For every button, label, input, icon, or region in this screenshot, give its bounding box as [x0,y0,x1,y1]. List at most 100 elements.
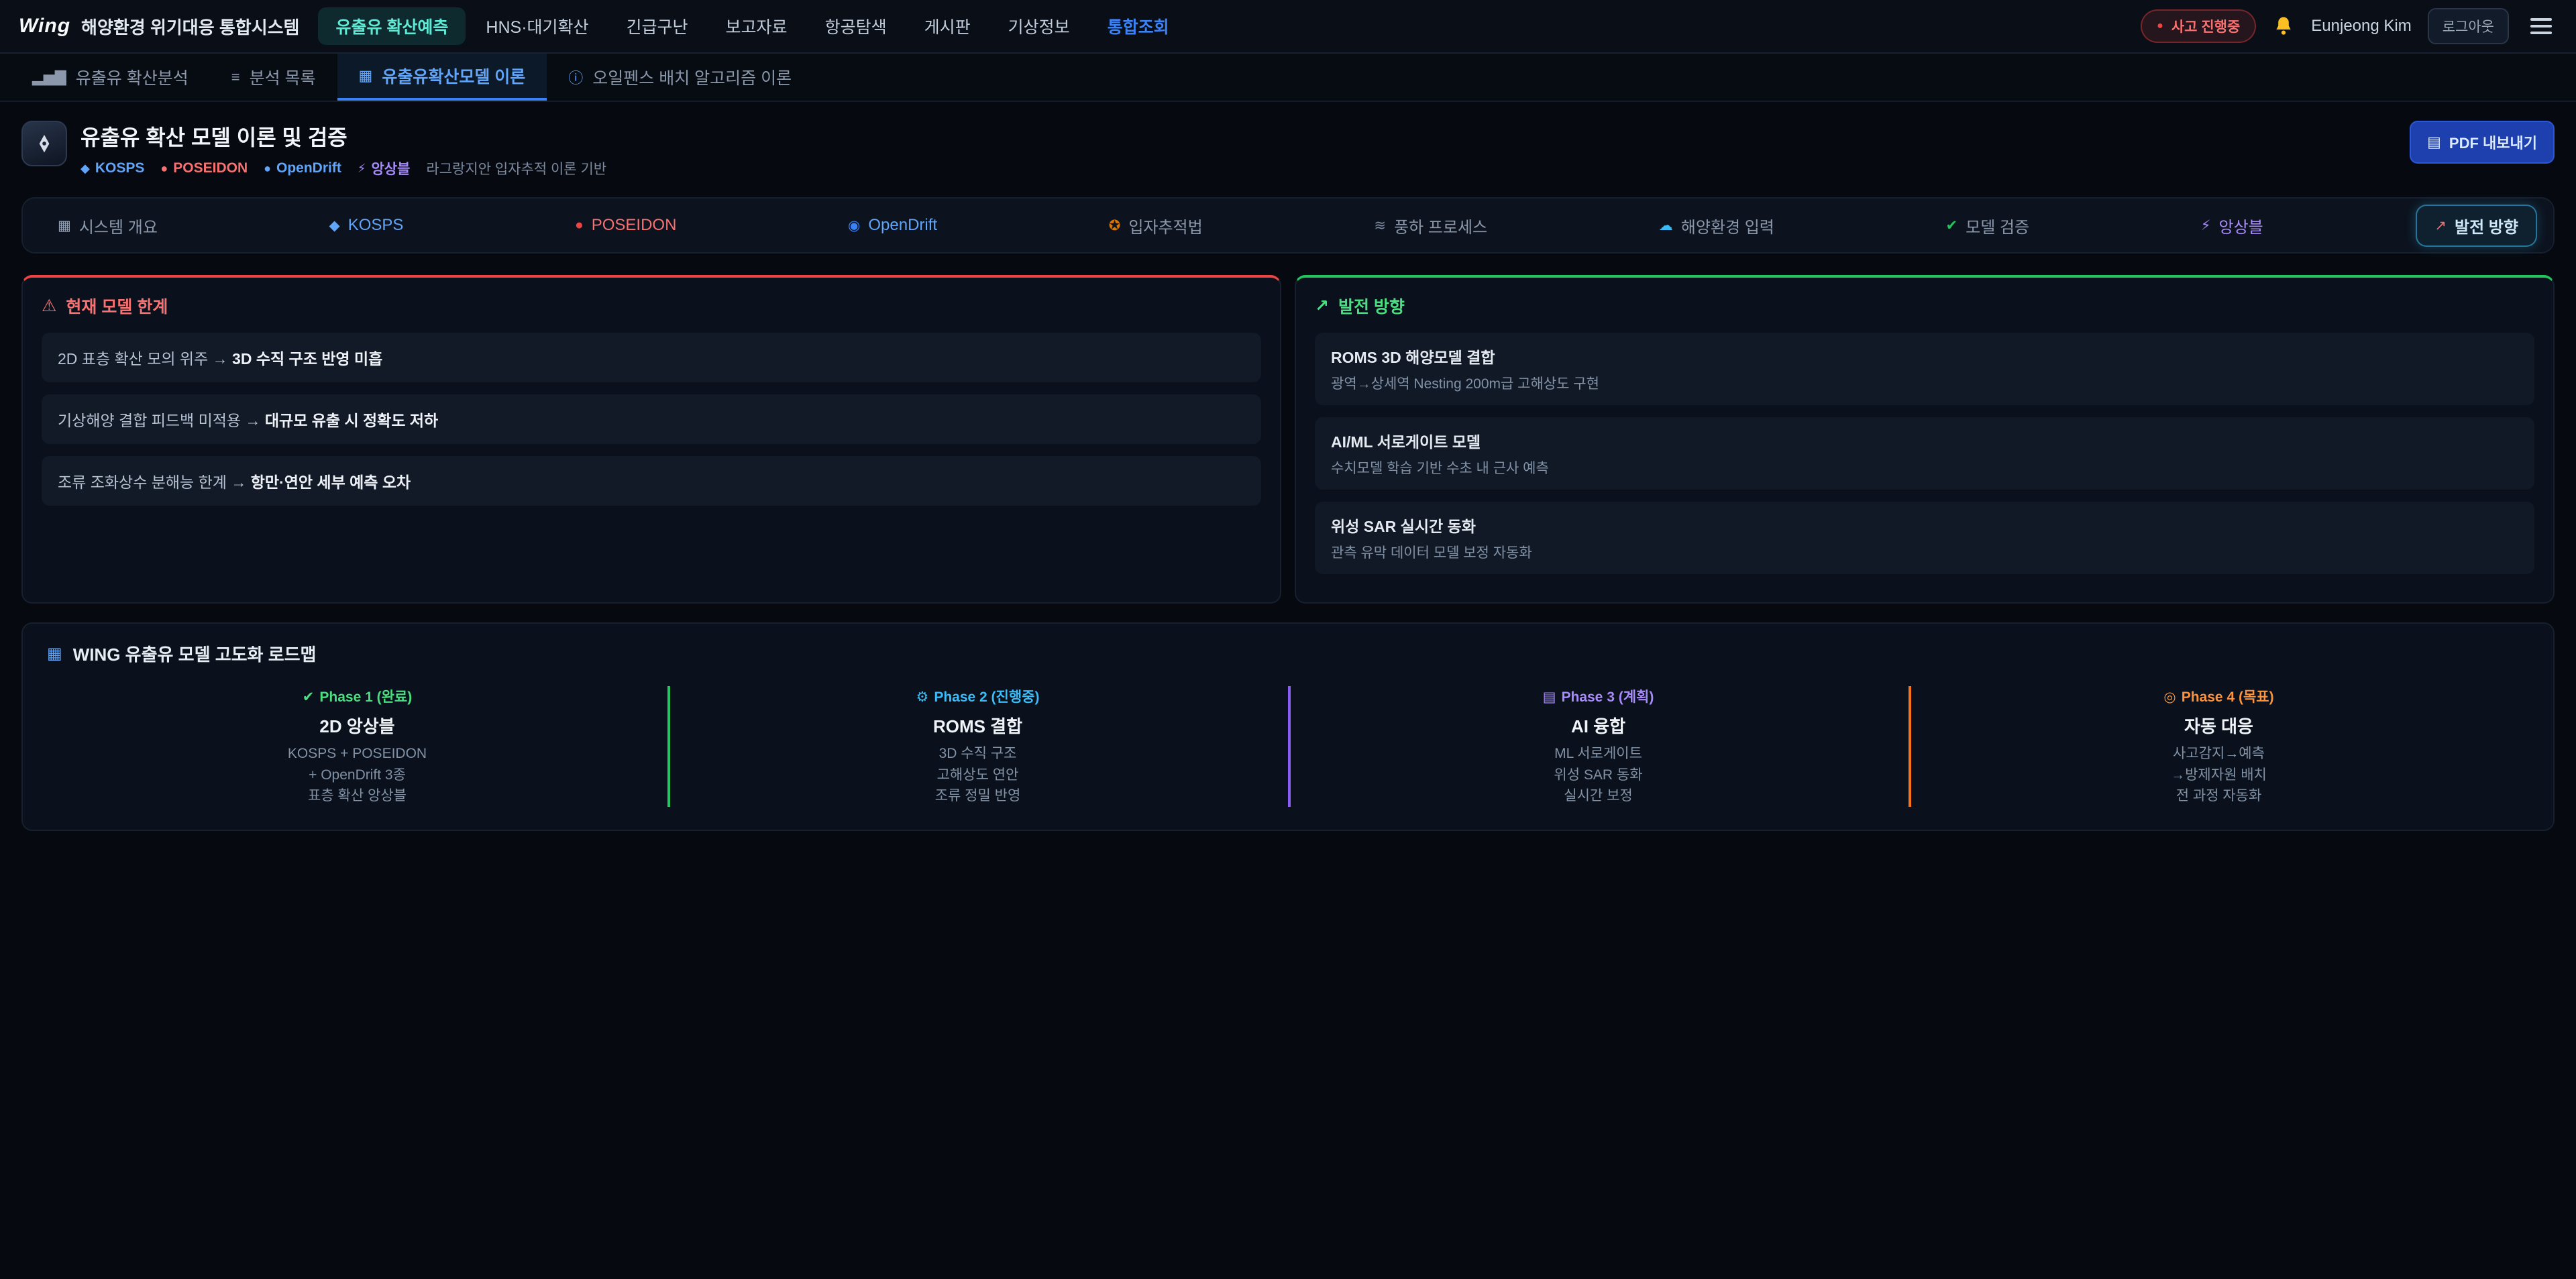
limitation-text: 기상해양 결합 피드백 미적용 → [58,412,265,429]
section-tab[interactable]: ⚡ 앙상블 [2182,205,2282,247]
sub-tab-icon: ▂▅▇ [32,68,66,86]
badge-label: OpenDrift [276,160,341,176]
page-title: 유출유 확산 모델 이론 및 검증 [80,121,606,152]
roadmap-phase: ✔Phase 1 (완료) 2D 앙상블 KOSPS + POSEIDON + … [47,683,667,810]
sub-tab[interactable]: ⓘ 오일펜스 배치 알고리즘 이론 [547,54,813,101]
limitation-text: 조류 조화상수 분해능 한계 → [58,474,251,491]
nav-item-label: 통합조회 [1108,14,1169,38]
phase-title: 자동 대응 [1919,713,2518,738]
section-tab[interactable]: ✪ 입자추적법 [1090,205,1222,247]
nav-item[interactable]: 통합조회 [1090,7,1187,45]
future-item: AI/ML 서로게이트 모델 수치모델 학습 기반 수초 내 근사 예측 [1315,417,2534,490]
phase-detail-line: 실시간 보정 [1299,785,1898,807]
limitation-item: 조류 조화상수 분해능 한계 → 항만·연안 세부 예측 오차 [42,456,1261,506]
brand: Wing 해양환경 위기대응 통합시스템 [19,14,299,39]
nav-item[interactable]: 항공탐색 [808,7,904,45]
wing-logo: Wing [19,15,70,38]
section-tab-label: 시스템 개요 [79,214,158,237]
roadmap-title-row: ▦ WING 유출유 모델 고도화 로드맵 [47,641,2529,666]
badge-label: POSEIDON [173,160,248,176]
main-content: 유출유 확산 모델 이론 및 검증 ◆ KOSPS ● POSEIDON ● [0,102,2576,850]
section-tab-label: 해양환경 입력 [1681,214,1774,237]
menu-icon[interactable] [2525,13,2557,40]
nav-item[interactable]: 긴급구난 [609,7,706,45]
phase-title: 2D 앙상블 [58,713,657,738]
section-tab-icon: ◉ [848,217,860,234]
phase-status-icon: ▤ [1543,689,1556,705]
limitation-item: 2D 표층 확산 모의 위주 → 3D 수직 구조 반영 미흡 [42,333,1261,382]
nav-item-label: HNS·대기확산 [486,14,588,38]
model-badge: ⚡ 앙상블 [358,158,411,178]
phase-detail-line: 사고감지→예측 [1919,743,2518,765]
sub-tab[interactable]: ▂▅▇ 유출유 확산분석 [11,54,210,101]
section-tab-icon: ✔ [1946,217,1958,234]
sub-tab[interactable]: ≡ 분석 목록 [210,54,337,101]
bell-icon[interactable] [2272,15,2295,38]
phase-detail-line: 3D 수직 구조 [678,743,1277,765]
section-tab-label: 발전 방향 [2455,214,2518,237]
incident-status-badge[interactable]: ● 사고 진행중 [2141,9,2256,43]
section-tab-icon: ✪ [1109,217,1121,234]
section-tab-label: OpenDrift [868,216,937,235]
roadmap-phase: ⚙Phase 2 (진행중) ROMS 결합 3D 수직 구조 고해상도 연안 … [667,683,1288,810]
logout-button[interactable]: 로그아웃 [2428,8,2509,44]
pdf-icon: ▤ [2427,133,2441,151]
phase-status-icon: ⚙ [916,689,929,705]
sub-tab-label: 유출유확산모델 이론 [382,64,525,88]
limitations-title-row: ⚠ 현재 모델 한계 [42,294,1261,318]
section-tab[interactable]: ◆ KOSPS [311,207,423,244]
user-name: Eunjeong Kim [2311,17,2411,36]
model-badge: ● POSEIDON [160,158,248,178]
sub-tab-label: 오일펜스 배치 알고리즘 이론 [592,65,792,89]
roadmap-phase: ◎Phase 4 (목표) 자동 대응 사고감지→예측 →방제자원 배치 전 과… [1909,683,2529,810]
nav-item[interactable]: 유출유 확산예측 [318,7,466,45]
phase-title: AI 융합 [1299,713,1898,738]
page-header: 유출유 확산 모델 이론 및 검증 ◆ KOSPS ● POSEIDON ● [21,121,2555,178]
alert-label: 사고 진행중 [2171,16,2240,36]
phase-detail-line: 고해상도 연안 [678,765,1277,786]
phase-title: ROMS 결합 [678,713,1277,738]
nav-item[interactable]: 게시판 [907,7,988,45]
limitation-highlight: 대규모 유출 시 정확도 저하 [265,412,438,429]
top-navigation: Wing 해양환경 위기대응 통합시스템 유출유 확산예측 HNS·대기확산 긴급구… [0,0,2576,54]
section-tab[interactable]: ✔ 모델 검증 [1927,205,2049,247]
sub-tab-label: 분석 목록 [250,65,316,89]
section-tab[interactable]: ↗ 발전 방향 [2416,205,2537,247]
section-tab[interactable]: ☁ 해양환경 입력 [1640,205,1793,247]
sub-tab[interactable]: ▦ 유출유확산모델 이론 [337,54,547,101]
section-tab[interactable]: ▦ 시스템 개요 [39,205,176,247]
phase-detail-line: 표층 확산 앙상블 [58,785,657,807]
nav-item[interactable]: 기상정보 [991,7,1087,45]
phase-label: Phase 2 (진행중) [934,689,1039,705]
phase-label-row: ◎Phase 4 (목표) [1919,686,2518,706]
model-badges: ◆ KOSPS ● POSEIDON ● OpenDrift ⚡ 앙상블 [80,158,606,178]
section-tab-label: POSEIDON [592,216,677,235]
pdf-export-button[interactable]: ▤ PDF 내보내기 [2410,121,2555,164]
section-tab-label: 모델 검증 [1966,214,2029,237]
roadmap-panel: ▦ WING 유출유 모델 고도화 로드맵 ✔Phase 1 (완료) 2D 앙… [21,622,2555,831]
nav-item[interactable]: HNS·대기확산 [468,7,606,45]
future-item-desc: 광역→상세역 Nesting 200m급 고해상도 구현 [1331,373,2518,393]
limitation-highlight: 3D 수직 구조 반영 미흡 [232,350,382,368]
phase-label-row: ⚙ Phase 2 (진행중) [678,686,1277,706]
section-tab-label: KOSPS [348,216,404,235]
limitations-title: 현재 모델 한계 [66,294,168,318]
section-tab-label: 입자추적법 [1128,214,1202,237]
page-subtitle: 라그랑지안 입자추적 이론 기반 [426,158,606,178]
section-tab[interactable]: ≋ 풍하 프로세스 [1355,205,1506,247]
model-badge: ● OpenDrift [264,158,341,178]
badge-icon: ◆ [80,162,90,176]
main-nav: 유출유 확산예측 HNS·대기확산 긴급구난보고자료 항공탐색 게시판기상정보 통합조회 [318,0,1186,52]
rocket-icon: ↗ [1315,296,1329,316]
badge-icon: ⚡ [358,162,366,176]
phase-detail-line: 전 과정 자동화 [1919,785,2518,807]
nav-item[interactable]: 보고자료 [708,7,805,45]
section-tab-icon: ▦ [58,217,71,234]
nav-item-label: 항공탐색 [825,14,887,38]
future-item: ROMS 3D 해양모델 결합 광역→상세역 Nesting 200m급 고해상… [1315,333,2534,405]
sub-tab-bar: ▂▅▇ 유출유 확산분석 ≡ 분석 목록 ▦ 유출유확산모델 이론 ⓘ 오일펜스… [0,54,2576,102]
section-tab[interactable]: ● POSEIDON [556,207,695,244]
sub-tab-icon: ▦ [359,67,373,85]
section-tab[interactable]: ◉ OpenDrift [829,207,956,244]
section-tab-icon: ☁ [1659,217,1673,234]
